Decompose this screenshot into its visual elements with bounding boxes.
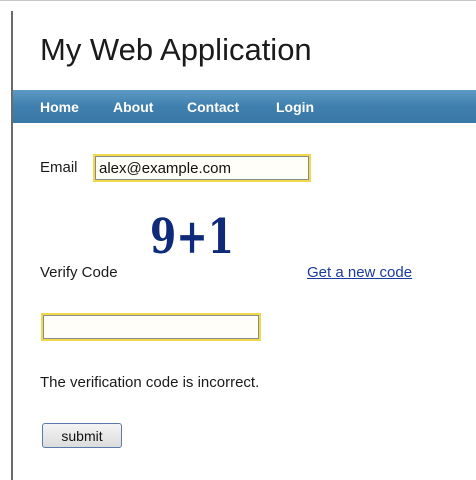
verify-code-label: Verify Code bbox=[40, 264, 118, 281]
nav-item-login[interactable]: Login bbox=[276, 97, 314, 117]
submit-button[interactable]: submit bbox=[42, 423, 122, 448]
captcha-image: 9+1 bbox=[150, 209, 234, 263]
app-title: My Web Application bbox=[40, 32, 312, 67]
captcha-text: 9+1 bbox=[150, 209, 234, 263]
nav-item-contact[interactable]: Contact bbox=[187, 97, 239, 117]
page-frame: My Web Application Home About Contact Lo… bbox=[0, 0, 476, 480]
get-new-code-link[interactable]: Get a new code bbox=[307, 263, 412, 283]
email-field[interactable] bbox=[93, 154, 311, 182]
verify-code-input[interactable] bbox=[41, 313, 261, 341]
nav-bar bbox=[13, 90, 476, 123]
nav-item-home[interactable]: Home bbox=[40, 97, 79, 117]
email-label: Email bbox=[40, 159, 78, 176]
left-border-line bbox=[11, 11, 13, 480]
error-message: The verification code is incorrect. bbox=[40, 374, 260, 391]
nav-item-about[interactable]: About bbox=[113, 97, 153, 117]
